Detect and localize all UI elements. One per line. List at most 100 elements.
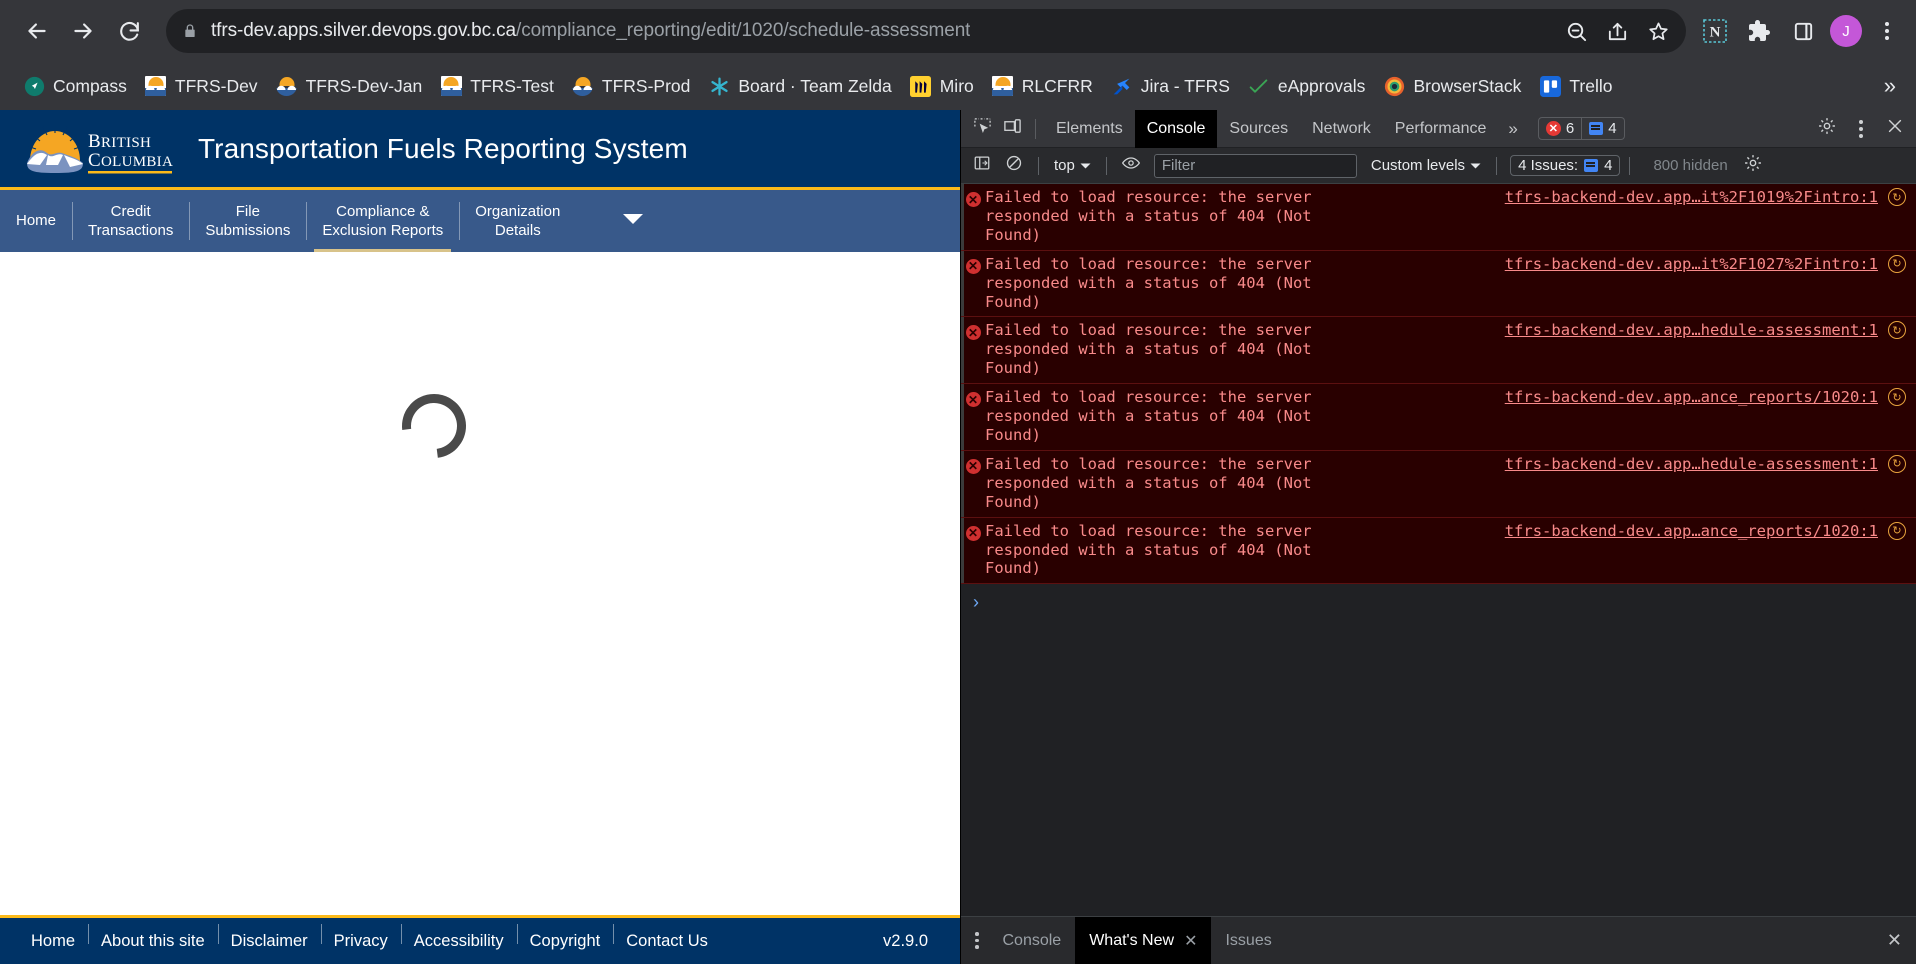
nav-item-home[interactable]: Home <box>0 190 72 252</box>
tab-elements[interactable]: Elements <box>1044 110 1135 148</box>
error-icon: ✕ <box>965 458 981 474</box>
inspect-element-button[interactable] <box>967 114 997 144</box>
tab-console[interactable]: Console <box>1134 109 1218 148</box>
share-icon[interactable] <box>1606 20 1629 43</box>
bookmark-browserstack[interactable]: BrowserStack <box>1374 70 1530 102</box>
drawer-tab-console[interactable]: Console <box>989 917 1076 964</box>
hidden-messages-count: 800 hidden <box>1653 157 1728 174</box>
avatar[interactable]: J <box>1830 15 1862 47</box>
puzzle-extensions-icon[interactable] <box>1742 14 1776 48</box>
side-panel-icon[interactable] <box>1786 14 1820 48</box>
bookmark-miro[interactable]: Miro <box>901 70 983 102</box>
footer-link-about-this-site[interactable]: About this site <box>88 923 218 951</box>
footer-link-disclaimer[interactable]: Disclaimer <box>217 923 321 951</box>
context-selector[interactable]: top <box>1048 157 1097 174</box>
console-log-row[interactable]: ✕ Failed to load resource: the server re… <box>961 250 1916 318</box>
bookmark-compass[interactable]: Compass <box>14 70 136 102</box>
log-source-link[interactable]: tfrs-backend-dev.app…hedule-assessment:1 <box>1505 455 1878 473</box>
drawer-tab-issues[interactable]: Issues <box>1211 917 1285 964</box>
console-log-row[interactable]: ✕ Failed to load resource: the server re… <box>961 450 1916 518</box>
console-log-list[interactable]: ✕ Failed to load resource: the server re… <box>961 184 1916 916</box>
log-replay-icon[interactable]: ↻ <box>1888 254 1906 273</box>
device-toolbar-icon <box>1003 117 1022 141</box>
message-count: 4 <box>1608 120 1617 137</box>
bookmark-star-icon[interactable] <box>1647 20 1670 43</box>
footer-link-copyright[interactable]: Copyright <box>516 923 614 951</box>
nav-item-organization-details[interactable]: Organization Details <box>459 190 576 252</box>
log-message: Failed to load resource: the server resp… <box>985 321 1312 378</box>
devtools-settings-button[interactable] <box>1812 114 1842 144</box>
issues-button[interactable]: 4 Issues: 4 <box>1510 155 1621 176</box>
bookmark-tfrs-test[interactable]: TFRS-Test <box>431 70 563 102</box>
console-log-row[interactable]: ✕ Failed to load resource: the server re… <box>961 384 1916 451</box>
close-icon[interactable]: ✕ <box>1184 931 1197 951</box>
reload-button[interactable] <box>106 8 152 54</box>
bookmarks-overflow-button[interactable]: » <box>1884 73 1906 99</box>
bookmark-tfrs-prod[interactable]: TFRS-Prod <box>563 70 699 102</box>
error-badge[interactable]: ✕ 6 <box>1537 117 1583 140</box>
tab-sources[interactable]: Sources <box>1217 110 1300 148</box>
bookmark-board-team-zelda[interactable]: Board · Team Zelda <box>699 70 900 102</box>
log-source-link[interactable]: tfrs-backend-dev.app…ance_reports/1020:1 <box>1505 388 1878 406</box>
nav-item-credit-transactions[interactable]: Credit Transactions <box>72 190 189 252</box>
clear-console-button[interactable] <box>999 151 1029 181</box>
tab-network[interactable]: Network <box>1300 110 1383 148</box>
message-badge[interactable]: 4 <box>1582 117 1625 140</box>
nav-item-file-submissions[interactable]: File Submissions <box>189 190 306 252</box>
error-icon: ✕ <box>965 192 981 207</box>
bc-government-logo[interactable]: BRITISH COLUMBIA <box>22 121 174 177</box>
log-source-link[interactable]: tfrs-backend-dev.app…hedule-assessment:1 <box>1505 321 1878 339</box>
nav-item-compliance-exclusion-reports[interactable]: Compliance & Exclusion Reports <box>306 190 459 252</box>
log-levels-selector[interactable]: Custom levels <box>1365 157 1487 174</box>
chevron-double-right-icon[interactable]: » <box>1498 119 1527 139</box>
log-replay-icon[interactable]: ↻ <box>1888 454 1906 473</box>
console-settings-button[interactable] <box>1738 151 1768 181</box>
three-dots-menu-icon[interactable] <box>1872 14 1902 48</box>
bookmark-tfrs-dev[interactable]: TFRS-Dev <box>136 70 267 102</box>
console-sidebar-button[interactable] <box>967 151 997 181</box>
address-bar[interactable]: tfrs-dev.apps.silver.devops.gov.bc.ca/co… <box>166 9 1686 53</box>
log-source-link[interactable]: tfrs-backend-dev.app…it%2F1027%2Fintro:1 <box>1505 255 1878 273</box>
drawer-tab-whats-new[interactable]: What's New ✕ <box>1075 916 1212 964</box>
footer-link-contact-us[interactable]: Contact Us <box>613 923 721 951</box>
devtools-badges[interactable]: ✕ 6 4 <box>1537 117 1625 140</box>
trello-icon <box>1539 75 1561 97</box>
tab-performance[interactable]: Performance <box>1383 110 1499 148</box>
log-replay-icon[interactable]: ↻ <box>1888 388 1906 407</box>
nav-overflow-button[interactable] <box>576 190 666 252</box>
console-sidebar-icon <box>973 154 991 177</box>
log-replay-icon[interactable]: ↻ <box>1888 321 1906 340</box>
devtools-more-button[interactable] <box>1846 114 1876 144</box>
console-prompt[interactable]: › <box>961 584 1916 613</box>
bc-flag-round-icon <box>276 75 298 97</box>
bc-flag-round-icon <box>572 75 594 97</box>
zoom-out-icon[interactable] <box>1565 20 1588 43</box>
bookmark-tfrs-dev-jan[interactable]: TFRS-Dev-Jan <box>267 70 432 102</box>
footer-link-accessibility[interactable]: Accessibility <box>400 923 517 951</box>
filter-input[interactable]: Filter <box>1153 153 1357 178</box>
device-toolbar-button[interactable] <box>997 114 1027 144</box>
bookmark-rlcfrr[interactable]: RLCFRR <box>983 70 1102 102</box>
back-button[interactable] <box>14 8 60 54</box>
console-log-row[interactable]: ✕ Failed to load resource: the server re… <box>961 517 1916 585</box>
log-source-link[interactable]: tfrs-backend-dev.app…it%2F1019%2Fintro:1 <box>1505 188 1878 206</box>
drawer-close-button[interactable]: ✕ <box>1887 930 1916 951</box>
log-replay-icon[interactable]: ↻ <box>1888 521 1906 540</box>
bookmark-trello[interactable]: Trello <box>1530 70 1621 102</box>
console-log-row[interactable]: ✕ Failed to load resource: the server re… <box>961 317 1916 385</box>
bookmark-eapprovals[interactable]: eApprovals <box>1239 70 1375 102</box>
log-source-link[interactable]: tfrs-backend-dev.app…ance_reports/1020:1 <box>1505 522 1878 540</box>
drawer-more-button[interactable] <box>965 932 989 949</box>
live-expression-button[interactable] <box>1116 151 1146 181</box>
forward-button[interactable] <box>60 8 106 54</box>
app-header: BRITISH COLUMBIA Transportation Fuels Re… <box>0 110 960 190</box>
log-level-icon-wrap: ✕ <box>961 388 985 445</box>
bookmark-jira-tfrs[interactable]: Jira - TFRS <box>1102 70 1239 102</box>
footer-link-privacy[interactable]: Privacy <box>320 923 401 951</box>
footer-link-home[interactable]: Home <box>18 932 88 951</box>
console-log-row[interactable]: ✕ Failed to load resource: the server re… <box>961 184 1916 251</box>
jira-icon <box>1111 75 1133 97</box>
devtools-close-button[interactable] <box>1880 114 1910 144</box>
notion-extension-icon[interactable]: N <box>1698 14 1732 48</box>
log-replay-icon[interactable]: ↻ <box>1888 188 1906 206</box>
